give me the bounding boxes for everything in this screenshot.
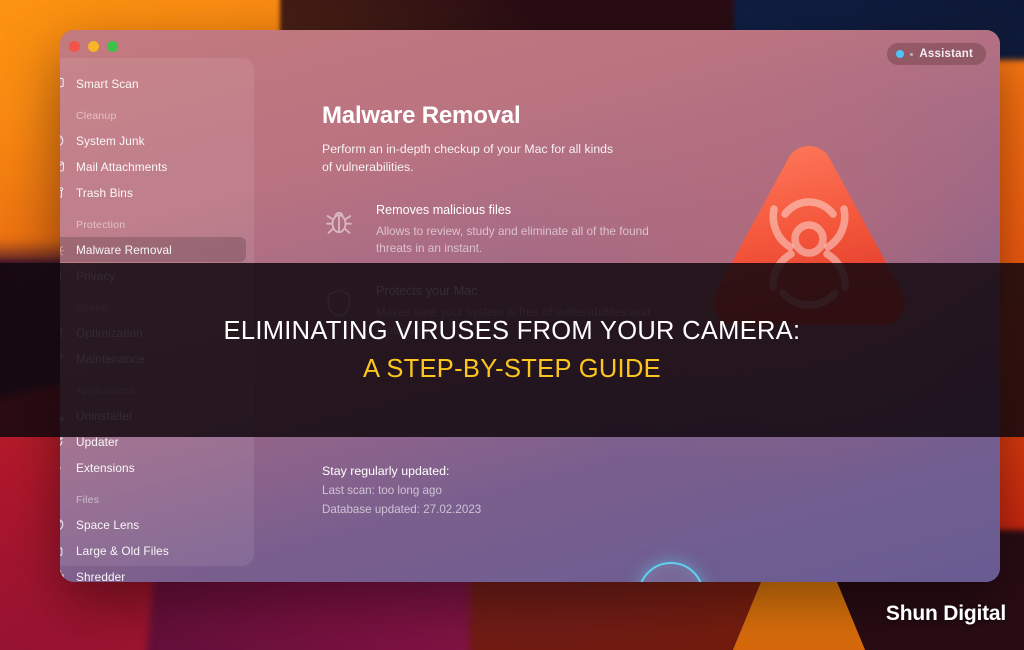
close-button[interactable] <box>69 41 80 52</box>
sidebar-item-label: Shredder <box>76 569 126 583</box>
status-block: Stay regularly updated: Last scan: too l… <box>322 464 481 516</box>
shredder-icon <box>60 569 65 582</box>
feature-text: Removes malicious files Allows to review… <box>376 203 652 258</box>
feature-title: Removes malicious files <box>376 202 512 217</box>
sidebar-group-files: Files <box>76 494 100 506</box>
bug-icon <box>60 242 65 257</box>
sidebar-item-label: Smart Scan <box>76 76 139 91</box>
minimize-button[interactable] <box>88 41 99 52</box>
feature-desc: Allows to review, study and eliminate al… <box>376 223 649 256</box>
sidebar-item-label: Extensions <box>76 460 135 475</box>
status-heading: Stay regularly updated: <box>322 464 450 478</box>
mail-icon <box>60 159 65 174</box>
sidebar-item-malware-removal[interactable]: Malware Removal <box>60 237 246 262</box>
sidebar-group-protection: Protection <box>76 219 126 231</box>
page-subtitle: Perform an in-depth checkup of your Mac … <box>322 142 614 174</box>
assistant-secondary-dot-icon <box>910 52 914 56</box>
puzzle-icon <box>60 460 65 475</box>
monitor-icon <box>60 76 65 91</box>
broom-icon <box>60 133 65 148</box>
status-database: Database updated: 27.02.2023 <box>322 503 482 516</box>
assistant-status-dot-icon <box>896 50 905 58</box>
sidebar-item-trash-bins[interactable]: Trash Bins <box>60 180 246 205</box>
traffic-lights <box>69 41 118 52</box>
sidebar-item-label: System Junk <box>76 133 145 148</box>
sidebar-item-label: Malware Removal <box>76 242 172 257</box>
sidebar-item-space-lens[interactable]: Space Lens <box>60 512 246 537</box>
assistant-label: Assistant <box>919 48 973 60</box>
sidebar-item-large-old-files[interactable]: Large & Old Files <box>60 538 246 563</box>
sidebar-item-system-junk[interactable]: System Junk <box>60 128 246 153</box>
sidebar-item-smart-scan[interactable]: Smart Scan <box>60 71 246 96</box>
sidebar-group-cleanup: Cleanup <box>76 110 117 122</box>
watermark: Shun Digital <box>885 602 1006 625</box>
lens-icon <box>60 517 65 532</box>
sidebar-item-label: Trash Bins <box>76 185 133 200</box>
bug-icon <box>322 205 356 239</box>
trash-icon <box>60 185 65 200</box>
assistant-button[interactable]: Assistant <box>887 43 986 65</box>
sidebar-item-shredder[interactable]: Shredder <box>60 564 246 582</box>
feature-row: Removes malicious files Allows to review… <box>322 203 652 258</box>
sidebar-item-label: Large & Old Files <box>76 543 169 558</box>
headline-line-2: A STEP-BY-STEP GUIDE <box>363 354 661 383</box>
page-title: Malware Removal <box>322 102 521 129</box>
sidebar-item-mail-attachments[interactable]: Mail Attachments <box>60 154 246 179</box>
headline-line-1: ELIMINATING VIRUSES FROM YOUR CAMERA: <box>223 316 801 345</box>
zoom-button[interactable] <box>107 41 118 52</box>
sidebar-item-label: Mail Attachments <box>76 159 168 174</box>
status-last-scan: Last scan: too long ago <box>322 484 442 497</box>
sidebar-item-extensions[interactable]: Extensions <box>60 455 246 480</box>
folder-icon <box>60 543 65 558</box>
headline-overlay: ELIMINATING VIRUSES FROM YOUR CAMERA: A … <box>0 263 1024 437</box>
sidebar-item-label: Space Lens <box>76 517 140 532</box>
